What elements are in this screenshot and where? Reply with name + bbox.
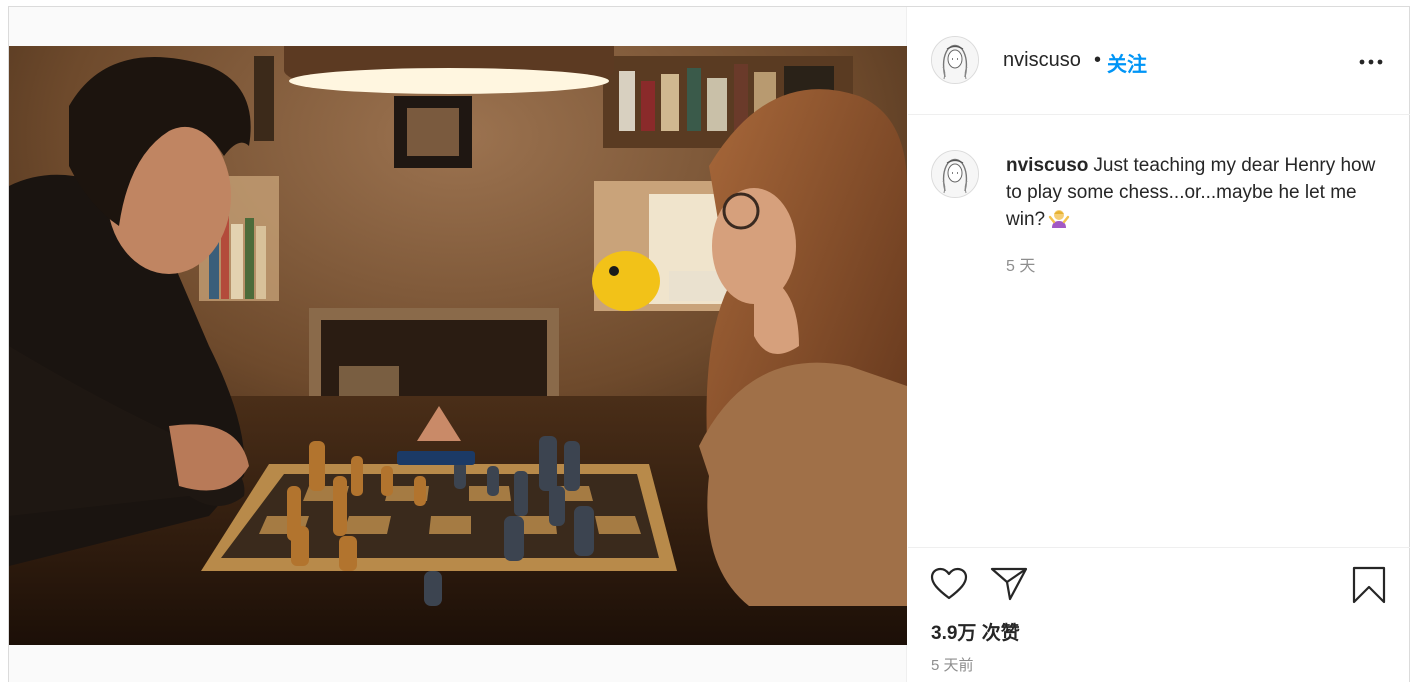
caption-username[interactable]: nviscuso: [1006, 155, 1088, 176]
heart-outline-icon[interactable]: [930, 567, 968, 606]
post-caption: nviscuso Just teaching my dear Henry how …: [1006, 152, 1386, 233]
post-photo[interactable]: [9, 46, 907, 645]
author-username[interactable]: nviscuso: [1003, 49, 1081, 72]
likes-count[interactable]: 3.9万 次赞: [931, 618, 1020, 645]
follow-button[interactable]: 关注: [1107, 48, 1147, 77]
post-media: [9, 7, 907, 682]
paper-plane-icon[interactable]: [990, 566, 1028, 607]
post-sidebar: nviscuso • 关注 nviscuso Just teaching my …: [908, 7, 1410, 682]
caption-timestamp: 5 天: [1006, 258, 1036, 275]
more-horizontal-icon[interactable]: [1358, 55, 1384, 69]
separator-dot: •: [1094, 49, 1102, 71]
bookmark-outline-icon[interactable]: [1352, 566, 1386, 609]
author-avatar[interactable]: [931, 36, 979, 84]
post-header: nviscuso • 关注: [908, 7, 1410, 115]
person-shrugging-emoji: [1048, 207, 1070, 229]
post-container: nviscuso • 关注 nviscuso Just teaching my …: [8, 6, 1410, 682]
caption-avatar[interactable]: [931, 150, 979, 198]
action-bar: 3.9万 次赞 5 天前: [908, 547, 1410, 682]
post-timestamp[interactable]: 5 天前: [931, 654, 974, 675]
